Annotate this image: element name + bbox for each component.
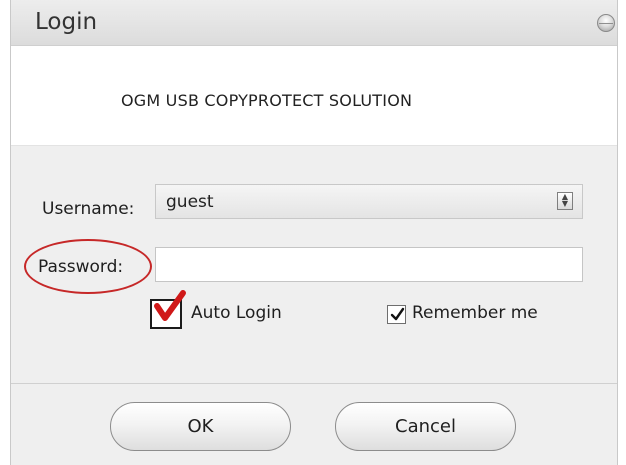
username-select[interactable]: guest ▲ ▼	[155, 184, 583, 219]
ok-button[interactable]: OK	[110, 402, 291, 451]
password-label: Password:	[38, 257, 124, 277]
checkmark-icon	[390, 307, 405, 321]
password-input[interactable]	[155, 247, 583, 282]
auto-login-label: Auto Login	[191, 303, 282, 323]
button-separator	[11, 383, 617, 384]
username-label: Username:	[42, 199, 135, 219]
checkmark-icon	[154, 290, 186, 321]
login-dialog: Login OGM USB COPYPROTECT SOLUTION Usern…	[10, 0, 618, 465]
header-banner: OGM USB COPYPROTECT SOLUTION	[11, 46, 617, 146]
banner-text: OGM USB COPYPROTECT SOLUTION	[121, 91, 413, 110]
up-down-icon: ▲ ▼	[557, 192, 573, 210]
remember-me-checkbox[interactable]	[387, 305, 406, 324]
cancel-button[interactable]: Cancel	[335, 402, 516, 451]
title-bar: Login	[11, 0, 617, 46]
username-value: guest	[166, 192, 214, 212]
window-title: Login	[35, 9, 98, 35]
remember-me-label: Remember me	[412, 303, 538, 323]
close-button[interactable]	[597, 14, 615, 32]
